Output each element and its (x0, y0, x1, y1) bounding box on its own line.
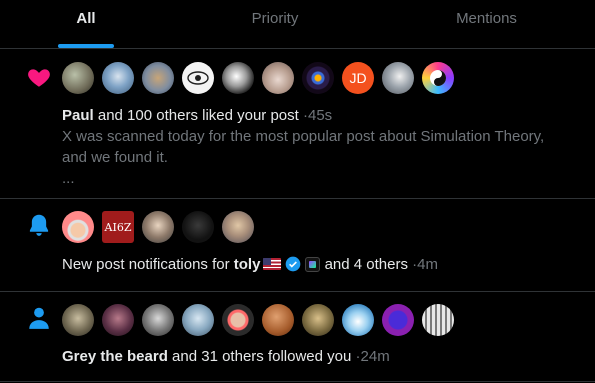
like-text: and 100 others liked your post (97, 107, 299, 124)
avatar[interactable] (262, 304, 294, 336)
notification-prefix: New post notifications for (62, 256, 230, 273)
others-text: and 4 others (324, 256, 408, 273)
avatar[interactable] (302, 62, 334, 94)
account-avatars: AI6Z (62, 211, 254, 243)
notification-new-posts[interactable]: AI6Z New post notifications for toly and… (0, 199, 595, 292)
actor-name[interactable]: toly (234, 256, 261, 273)
avatar[interactable] (182, 211, 214, 243)
avatar[interactable] (102, 62, 134, 94)
actor-name[interactable]: Paul (62, 107, 94, 124)
avatar[interactable] (62, 211, 94, 243)
avatar[interactable] (222, 211, 254, 243)
follow-text: and 31 others followed you (172, 348, 352, 365)
post-preview[interactable]: X was scanned today for the most popular… (62, 126, 572, 189)
heart-icon (28, 69, 50, 87)
avatar[interactable] (102, 304, 134, 336)
person-icon (29, 307, 49, 329)
avatar[interactable]: AI6Z (102, 211, 134, 243)
tab-priority-label: Priority (251, 9, 299, 27)
preview-ellipsis: ... (62, 170, 75, 187)
tab-all[interactable]: All (0, 0, 172, 48)
avatar[interactable] (142, 211, 174, 243)
notification-like[interactable]: JD Paul and 100 others liked your post ·… (0, 49, 595, 199)
tab-all-label: All (76, 9, 96, 27)
avatar[interactable] (182, 62, 214, 94)
tab-priority[interactable]: Priority (172, 0, 378, 48)
avatar[interactable] (142, 304, 174, 336)
avatar-initials: JD (349, 70, 367, 86)
avatar[interactable] (182, 304, 214, 336)
like-summary: Paul and 100 others liked your post ·45s (62, 106, 332, 126)
actor-name[interactable]: Grey the beard (62, 348, 168, 365)
avatar-text: AI6Z (104, 220, 132, 234)
timestamp: 4m (417, 256, 439, 273)
notification-tabs: All Priority Mentions (0, 0, 595, 49)
avatar[interactable] (62, 62, 94, 94)
verified-badge-icon (286, 256, 301, 272)
avatar[interactable] (382, 304, 414, 336)
liker-avatars: JD (62, 62, 454, 94)
us-flag-icon (263, 258, 282, 270)
timestamp: 24m (360, 348, 390, 365)
follower-avatars (62, 304, 454, 336)
avatar[interactable] (222, 62, 254, 94)
new-posts-summary: New post notifications for toly and 4 ot… (62, 255, 438, 275)
preview-line: X was scanned today for the most popular… (62, 128, 545, 145)
avatar[interactable] (422, 62, 454, 94)
preview-line: and we found it. (62, 149, 168, 166)
affiliate-badge-icon (305, 257, 321, 272)
avatar[interactable] (142, 62, 174, 94)
avatar[interactable] (342, 304, 374, 336)
avatar[interactable] (62, 304, 94, 336)
avatar[interactable] (302, 304, 334, 336)
follow-summary: Grey the beard and 31 others followed yo… (62, 347, 390, 367)
tab-mentions[interactable]: Mentions (378, 0, 595, 48)
avatar[interactable] (422, 304, 454, 336)
bell-icon (29, 214, 49, 236)
timestamp: 45s (308, 107, 333, 124)
active-tab-indicator (58, 44, 114, 48)
avatar[interactable]: JD (342, 62, 374, 94)
notification-follow[interactable]: Grey the beard and 31 others followed yo… (0, 292, 595, 382)
tab-mentions-label: Mentions (456, 9, 517, 27)
avatar[interactable] (382, 62, 414, 94)
avatar[interactable] (262, 62, 294, 94)
avatar[interactable] (222, 304, 254, 336)
